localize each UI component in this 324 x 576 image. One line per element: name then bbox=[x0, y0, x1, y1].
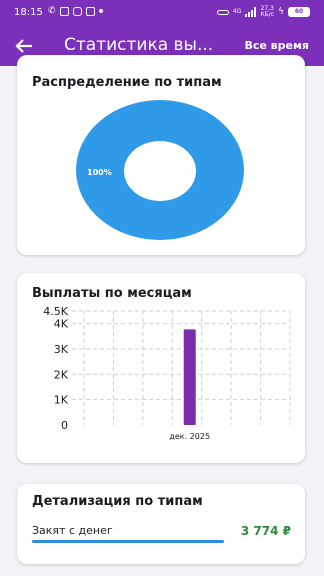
period-selector-button[interactable]: Все время bbox=[244, 39, 309, 52]
status-bar: 18:15 ✆ 4G 27,3 КБ/с ϟ 60 bbox=[0, 0, 324, 26]
monthly-card: Выплаты по месяцам 0 1K 2K 3K 4K 4.5K дек. 202… bbox=[17, 273, 305, 463]
speed-unit: КБ/с bbox=[260, 11, 275, 18]
chat-icon bbox=[59, 6, 69, 16]
details-title: Детализация по типам bbox=[32, 494, 203, 509]
phone-icon: ✆ bbox=[48, 6, 56, 16]
charging-icon: ϟ bbox=[278, 7, 284, 17]
more-dot-icon bbox=[98, 9, 103, 13]
notification-icons: ✆ bbox=[48, 6, 103, 16]
detail-item-label: Закят с денег bbox=[32, 524, 113, 537]
network-type: 4G bbox=[232, 8, 242, 15]
monthly-title: Выплаты по месяцам bbox=[32, 286, 192, 301]
y-tick-label: 0 bbox=[61, 419, 68, 432]
page-title: Статистика вы... bbox=[64, 35, 214, 55]
system-icons: 4G 27,3 КБ/с ϟ 60 bbox=[216, 6, 310, 18]
donut-hole bbox=[124, 141, 196, 201]
x-tick-label: дек. 2025 bbox=[169, 432, 210, 441]
distribution-card: Распределение по типам 100% bbox=[17, 55, 305, 255]
key-icon bbox=[216, 9, 229, 15]
message-icon bbox=[85, 6, 95, 16]
bar-chart: 0 1K 2K 3K 4K4.5K дек. 2025 bbox=[43, 305, 291, 441]
y-tick-label: 3K bbox=[54, 343, 69, 356]
detail-item-value: 3 774 ₽ bbox=[240, 524, 291, 538]
instagram-icon bbox=[72, 6, 82, 16]
y-tick-label: 1K bbox=[54, 394, 69, 407]
pie-slice-label: 100% bbox=[87, 168, 112, 177]
bar bbox=[183, 329, 196, 425]
details-card: Детализация по типам Закят с денег 3 774… bbox=[17, 484, 305, 564]
speed-indicator: 27,3 КБ/с bbox=[260, 6, 274, 18]
distribution-title: Распределение по типам bbox=[32, 75, 222, 90]
y-tick-label: 2K bbox=[54, 368, 69, 381]
battery-icon: 60 bbox=[288, 7, 310, 17]
y-tick-label: 4K bbox=[54, 318, 69, 331]
y-tick-label: 4.5K bbox=[43, 305, 68, 318]
signal-icon bbox=[245, 7, 257, 17]
detail-item-bar bbox=[32, 540, 224, 543]
status-time: 18:15 bbox=[14, 7, 43, 18]
